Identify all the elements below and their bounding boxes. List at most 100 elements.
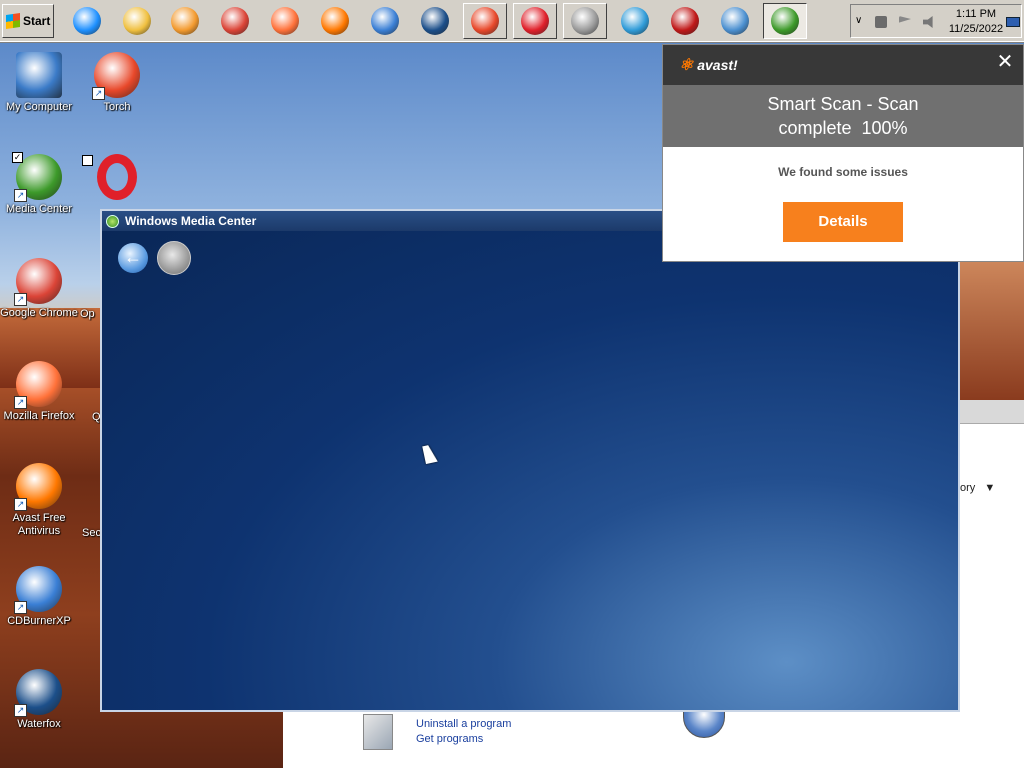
taskbar-cdburnerxp-button[interactable] (363, 3, 407, 39)
desktop-icon-cdburnerxp[interactable]: ↗ CDBurnerXP (0, 566, 78, 628)
taskbar-opera-button[interactable] (513, 3, 557, 39)
start-button[interactable]: Start (2, 4, 54, 38)
taskbar-chrome-button[interactable] (213, 3, 257, 39)
control-panel-window (960, 400, 1024, 768)
system-tray: ∨ 1:11 PM 11/25/2022 (850, 4, 1022, 38)
taskbar-waterfox-button[interactable] (413, 3, 457, 39)
mcafee-icon (671, 7, 699, 35)
avast-logo: ⚛ avast! (679, 55, 738, 75)
scan-message: We found some issues (778, 165, 908, 179)
waterfox-icon (421, 7, 449, 35)
taskbar-firefox-button[interactable] (263, 3, 307, 39)
chrome-icon: ↗ (14, 258, 62, 306)
scan-status-line2: complete 100% (778, 118, 908, 138)
show-desktop-icon[interactable] (1006, 17, 1020, 27)
chrome-icon (221, 7, 249, 35)
media-center-canvas[interactable]: ← (102, 231, 958, 710)
selection-checkbox[interactable]: ✓ (12, 152, 23, 163)
close-icon[interactable]: ✕ (995, 52, 1015, 73)
back-arrow-icon[interactable]: ← (118, 243, 148, 273)
cdburnerxp-icon: ↗ (14, 566, 62, 614)
desktop-icon-label: My Computer (5, 101, 73, 113)
taskbar: Start ∨ 1:11 PM 11/25/2022 (0, 0, 1024, 42)
taskbar-media-player-button[interactable] (163, 3, 207, 39)
control-panel-icon (721, 7, 749, 35)
opera-icon (521, 7, 549, 35)
desktop-icon-mozilla-firefox[interactable]: ↗ Mozilla Firefox (0, 361, 78, 423)
tray-expand-icon[interactable]: ∨ (855, 15, 862, 26)
desktop-icon-avast-free-antivirus[interactable]: ↗ Avast Free Antivirus (0, 463, 78, 538)
taskbar-torch-button[interactable] (463, 3, 507, 39)
avast-notification: ⚛ avast! ✕ Smart Scan - Scan complete 10… (662, 44, 1024, 262)
taskbar-quicktime-button[interactable] (613, 3, 657, 39)
file-explorer-icon (123, 7, 151, 35)
ease-of-access-icon[interactable] (683, 708, 725, 738)
uninstall-program-link[interactable]: Uninstall a program (416, 718, 511, 730)
details-button[interactable]: Details (783, 202, 903, 242)
desktop-wallpaper-mesa-right (960, 255, 1024, 400)
shortcut-arrow-icon: ↗ (14, 498, 27, 511)
view-by-label: ory (960, 482, 976, 494)
start-label: Start (23, 14, 51, 28)
desktop-icon-google-chrome[interactable]: ↗ Google Chrome (0, 258, 78, 320)
shortcut-arrow-icon: ↗ (14, 189, 27, 202)
avast-header: ⚛ avast! ✕ (663, 45, 1023, 85)
taskbar-internet-explorer-button[interactable] (65, 3, 109, 39)
waterfox-icon: ↗ (14, 669, 62, 717)
clock-time[interactable]: 1:11 PM (946, 8, 1006, 20)
opera-icon (82, 154, 137, 200)
desktop-icon-torch[interactable]: ↗ Torch (78, 52, 156, 114)
dropdown-arrow-icon: ▼ (984, 482, 996, 494)
media-player-icon (171, 7, 199, 35)
torch-icon (471, 7, 499, 35)
shortcut-arrow-icon: ↗ (14, 396, 27, 409)
firefox-icon (271, 7, 299, 35)
taskbar-avast-button[interactable] (313, 3, 357, 39)
desktop-icon-label: Mozilla Firefox (3, 410, 75, 422)
desktop-icon-media-center[interactable]: ↗ ✓ Media Center (0, 152, 78, 216)
scan-status: Smart Scan - Scan complete 100% (663, 85, 1023, 147)
desktop-icon-opera[interactable] (78, 154, 156, 203)
programs-icon[interactable] (363, 714, 393, 750)
desktop-icon-label: Avast Free Antivirus (12, 512, 66, 537)
scan-status-line1: Smart Scan - Scan (767, 94, 919, 114)
control-panel-content: Uninstall a program Get programs Ease of… (283, 705, 960, 768)
volume-icon[interactable] (923, 16, 933, 28)
quicktime-icon (621, 7, 649, 35)
shortcut-arrow-icon: ↗ (14, 704, 27, 717)
media-center-window[interactable]: Windows Media Center ← (100, 209, 960, 712)
shortcut-arrow-icon: ↗ (14, 293, 27, 306)
desktop-icon-my-computer[interactable]: My Computer (0, 52, 78, 114)
opera-gray-icon (571, 7, 599, 35)
avast-icon: ↗ (14, 463, 62, 511)
taskbar-opera-gray-button[interactable] (563, 3, 607, 39)
torch-icon: ↗ (92, 52, 140, 100)
windows-orb-icon[interactable] (157, 241, 191, 275)
taskbar-media-center-button[interactable] (763, 3, 807, 39)
media-center-icon: ↗ ✓ (12, 152, 62, 202)
internet-explorer-icon (73, 7, 101, 35)
taskbar-file-explorer-button[interactable] (115, 3, 159, 39)
cdburnerxp-icon (371, 7, 399, 35)
taskbar-control-panel-button[interactable] (713, 3, 757, 39)
avast-logo-mark-icon: ⚛ (679, 57, 694, 74)
avast-brand: avast! (697, 57, 738, 73)
avast-icon (321, 7, 349, 35)
taskbar-mcafee-button[interactable] (663, 3, 707, 39)
desktop-icon-label: Google Chrome (0, 307, 78, 319)
selection-checkbox[interactable] (82, 155, 93, 166)
get-programs-link[interactable]: Get programs (416, 733, 483, 745)
windows-flag-icon (6, 13, 20, 29)
firefox-icon: ↗ (14, 361, 62, 409)
window-title: Windows Media Center (125, 214, 257, 228)
desktop-icon-label: CDBurnerXP (7, 615, 71, 627)
action-center-flag-icon[interactable] (899, 16, 911, 23)
network-icon[interactable] (875, 16, 887, 28)
view-by-category-dropdown[interactable]: ory ▼ (960, 482, 995, 494)
control-panel-toolbar (960, 400, 1024, 424)
media-center-logo-icon (106, 214, 119, 228)
desktop-icon-waterfox[interactable]: ↗ Waterfox (0, 669, 78, 731)
shortcut-arrow-icon: ↗ (92, 87, 105, 100)
desktop-icon-label: Waterfox (17, 718, 61, 730)
clock-date[interactable]: 11/25/2022 (943, 23, 1009, 35)
